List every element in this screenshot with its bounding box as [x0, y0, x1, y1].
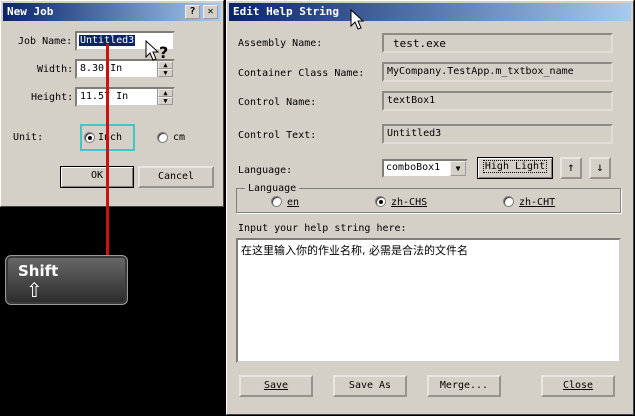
highlight-button[interactable]: High Light — [477, 157, 553, 179]
arrow-up-icon: ↑ — [567, 160, 575, 174]
arrow-down-icon: ↓ — [596, 160, 604, 174]
lang-en-radio[interactable] — [271, 196, 282, 207]
save-button[interactable]: Save — [239, 375, 313, 397]
shift-arrow-icon: ⇧ — [26, 278, 43, 302]
shift-key: Shift ⇧ — [5, 255, 128, 305]
edit-help-title: Edit Help String — [233, 5, 339, 18]
highlight-button-label: High Light — [482, 160, 548, 173]
control-name-value: textBox1 — [387, 95, 436, 106]
help-cursor-icon: ? — [145, 40, 168, 62]
close-button[interactable]: Close — [541, 375, 615, 397]
save-button-label: Save — [263, 380, 289, 391]
height-value: 11.57 In — [80, 91, 129, 102]
width-value: 8.30 In — [80, 63, 123, 74]
language-combobox[interactable]: comboBox1 ▼ — [382, 159, 468, 178]
lang-zh-chs-radio[interactable] — [375, 196, 386, 207]
svg-text:?: ? — [159, 43, 168, 62]
ok-button[interactable]: OK — [60, 166, 134, 188]
unit-inch-radio[interactable] — [84, 132, 95, 143]
new-job-dialog: New Job ? ✕ Job Name: Untitled3 Width: 8… — [0, 0, 224, 207]
edit-help-dialog: Edit Help String Assembly Name: test.exe… — [226, 0, 634, 415]
edit-help-titlebar[interactable]: Edit Help String — [229, 3, 631, 21]
merge-button-label: Merge... — [439, 380, 489, 391]
connector-line — [106, 44, 109, 256]
spin-up-icon[interactable]: ▲ — [158, 89, 173, 97]
height-label: Height: — [31, 92, 74, 103]
unit-label: Unit: — [13, 132, 44, 143]
control-text-value: Untitled3 — [387, 128, 442, 139]
help-string-textarea[interactable]: 在这里输入你的作业名称, 必需是合法的文件名 — [236, 238, 621, 363]
control-text-field: Untitled3 — [382, 124, 613, 144]
assembly-name-value: test.exe — [393, 37, 446, 50]
assembly-name-field: test.exe — [382, 33, 613, 53]
new-job-title: New Job — [7, 5, 54, 18]
merge-button[interactable]: Merge... — [427, 375, 501, 397]
help-input-label: Input your help string here: — [238, 223, 407, 234]
save-as-button[interactable]: Save As — [333, 375, 407, 397]
help-button[interactable]: ? — [185, 5, 200, 19]
control-name-field: textBox1 — [382, 91, 613, 111]
save-as-button-label: Save As — [348, 380, 392, 391]
language-combobox-value: comboBox1 — [386, 162, 441, 173]
container-class-field: MyCompany.TestApp.m_txtbox_name — [382, 62, 613, 82]
close-button-label: Close — [562, 380, 594, 391]
lang-en-label[interactable]: en — [287, 197, 299, 208]
chevron-down-icon[interactable]: ▼ — [450, 161, 466, 176]
assembly-name-label: Assembly Name: — [238, 38, 323, 49]
move-down-button[interactable]: ↓ — [589, 157, 611, 179]
move-up-button[interactable]: ↑ — [560, 157, 582, 179]
language-label: Language: — [238, 165, 293, 176]
width-label: Width: — [37, 64, 74, 75]
unit-cm-label[interactable]: cm — [173, 132, 185, 143]
job-name-label: Job Name: — [18, 36, 73, 47]
spin-down-icon[interactable]: ▼ — [158, 69, 173, 77]
control-text-label: Control Text: — [238, 130, 317, 141]
cancel-button[interactable]: Cancel — [138, 166, 214, 188]
height-spinner[interactable]: ▲ ▼ — [157, 89, 173, 105]
control-name-label: Control Name: — [238, 97, 317, 108]
height-input[interactable]: 11.57 In ▲ ▼ — [75, 87, 175, 107]
close-icon[interactable]: ✕ — [203, 5, 218, 19]
lang-zh-chs-label[interactable]: zh-CHS — [391, 197, 427, 208]
lang-zh-cht-label[interactable]: zh-CHT — [519, 197, 555, 208]
unit-inch-label[interactable]: Inch — [98, 132, 122, 143]
unit-cm-radio[interactable] — [157, 132, 168, 143]
lang-zh-cht-radio[interactable] — [503, 196, 514, 207]
spin-down-icon[interactable]: ▼ — [158, 97, 173, 105]
container-class-label: Container Class Name: — [238, 68, 365, 79]
arrow-cursor-icon — [350, 9, 364, 30]
help-string-value: 在这里输入你的作业名称, 必需是合法的文件名 — [241, 244, 468, 257]
language-group-label: Language — [245, 183, 300, 194]
container-class-value: MyCompany.TestApp.m_txtbox_name — [387, 66, 574, 77]
